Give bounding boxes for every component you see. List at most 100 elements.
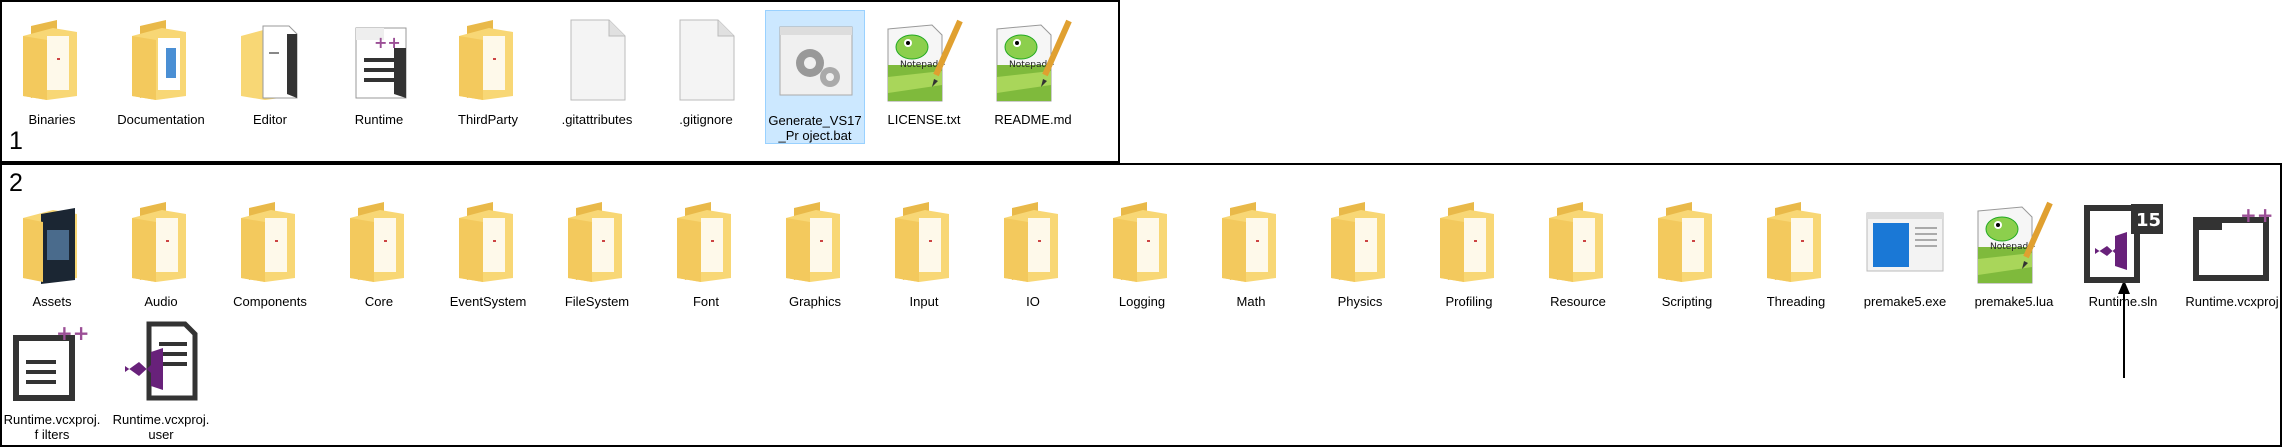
file-item-logging[interactable]: Logging [1092,192,1192,309]
file-item-editor[interactable]: Editor [220,10,320,127]
file-item-label: Editor [253,112,287,127]
file-item-label: Core [364,294,394,309]
file-item-label: IO [1026,294,1040,309]
folder-icon [1746,192,1846,292]
file-item-label: Font [692,294,719,309]
file-item-label: Runtime.sln [2088,294,2158,309]
file-item-thirdparty[interactable]: ThirdParty [438,10,538,127]
file-item-label: ThirdParty [458,112,518,127]
file-item-runtime-vcxproj[interactable]: ++ Runtime.vcxproj [2182,192,2282,309]
folder-icon [1528,192,1628,292]
file-item-resource[interactable]: Resource [1528,192,1628,309]
file-item-binaries[interactable]: Binaries [2,10,102,127]
file-item-label: LICENSE.txt [887,112,961,127]
folder-icon [438,10,538,110]
folder-icon [656,192,756,292]
file-item-label: EventSystem [449,294,527,309]
blank-file-icon [656,10,756,110]
svg-text:++: ++ [56,321,90,345]
file-item-math[interactable]: Math [1201,192,1301,309]
file-item-io[interactable]: IO [983,192,1083,309]
file-item-graphics[interactable]: Graphics [765,192,865,309]
file-item-label: Components [233,294,307,309]
file-item-font[interactable]: Font [656,192,756,309]
svg-text:++: ++ [2240,203,2274,227]
file-item-generate-vs17-pr-oject-bat[interactable]: Generate_VS17_Pr oject.bat [765,10,865,144]
file-item-core[interactable]: Core [329,192,429,309]
file-item-label: .gitignore [679,112,733,127]
file-item-runtime[interactable]: ++ Runtime [329,10,429,127]
folder-icon [1637,192,1737,292]
file-item-label: Runtime [354,112,404,127]
folder-icon [220,192,320,292]
file-item-premake5-lua[interactable]: Notepad+ premake5.lua [1964,192,2064,309]
file-item-label: Threading [1766,294,1826,309]
file-item-gitattributes[interactable]: .gitattributes [547,10,647,127]
file-item-readme-md[interactable]: Notepad+ README.md [983,10,1083,127]
file-item-label: Runtime.vcxproj.f ilters [3,412,101,442]
file-item-label: FileSystem [564,294,630,309]
notepadpp-icon: Notepad+ [1964,192,2064,292]
file-item-input[interactable]: Input [874,192,974,309]
folder-icon [765,192,865,292]
file-item-label: Resource [1550,294,1606,309]
file-item-gitignore[interactable]: .gitignore [656,10,756,127]
exe-window-icon [1855,192,1955,292]
file-item-label: README.md [994,112,1072,127]
file-item-label: Runtime.vcxproj [2185,294,2279,309]
file-item-label: Physics [1337,294,1383,309]
file-item-label: .gitattributes [561,112,633,127]
file-item-eventsystem[interactable]: EventSystem [438,192,538,309]
vs-solution-icon: 15 [2073,192,2173,292]
folder-cpp-icon: ++ [329,10,429,110]
folder-icon [2,10,102,110]
file-item-label: Audio [144,294,178,309]
file-item-runtime-vcxproj-user[interactable]: Runtime.vcxproj. user [111,310,211,442]
file-item-label: Profiling [1445,294,1493,309]
file-item-assets[interactable]: Assets [2,192,102,309]
file-item-threading[interactable]: Threading [1746,192,1846,309]
file-item-scripting[interactable]: Scripting [1637,192,1737,309]
file-item-license-txt[interactable]: Notepad+ LICENSE.txt [874,10,974,127]
file-item-premake5-exe[interactable]: premake5.exe [1855,192,1955,309]
vcxproj-filters-icon: ++ [2,310,102,410]
file-item-components[interactable]: Components [220,192,320,309]
file-item-label: Logging [1118,294,1166,309]
folder-icon [1419,192,1519,292]
folder-icon [874,192,974,292]
folder-icon [1092,192,1192,292]
folder-icon [111,192,211,292]
file-item-physics[interactable]: Physics [1310,192,1410,309]
vcxproj-icon: ++ [2182,192,2282,292]
file-item-documentation[interactable]: Documentation [111,10,211,127]
folder-docs-icon [111,10,211,110]
pane-1-label: 1 [9,127,23,155]
folder-icon [983,192,1083,292]
batch-gear-icon [766,11,866,111]
file-item-profiling[interactable]: Profiling [1419,192,1519,309]
folder-icon [1310,192,1410,292]
file-item-label: premake5.exe [1863,294,1947,309]
file-item-label: Math [1236,294,1266,309]
file-item-label: Generate_VS17_Pr oject.bat [768,113,862,143]
file-item-label: premake5.lua [1974,294,2054,309]
folder-icon [438,192,538,292]
blank-file-icon [547,10,647,110]
file-item-label: Assets [32,294,72,309]
file-item-label: Scripting [1661,294,1713,309]
file-item-filesystem[interactable]: FileSystem [547,192,647,309]
file-item-label: Binaries [28,112,76,127]
notepadpp-icon: Notepad+ [874,10,974,110]
folder-icon [329,192,429,292]
folder-icon [1201,192,1301,292]
vcxproj-user-icon [111,310,211,410]
notepadpp-icon: Notepad+ [983,10,1083,110]
file-item-label: Documentation [117,112,205,127]
file-item-audio[interactable]: Audio [111,192,211,309]
file-item-label: Input [909,294,939,309]
file-item-runtime-sln[interactable]: 15 Runtime.sln [2073,192,2173,309]
svg-text:15: 15 [2136,210,2161,231]
file-item-runtime-vcxproj-f-ilters[interactable]: ++ Runtime.vcxproj.f ilters [2,310,102,442]
folder-icon [547,192,647,292]
folder-file-icon [220,10,320,110]
